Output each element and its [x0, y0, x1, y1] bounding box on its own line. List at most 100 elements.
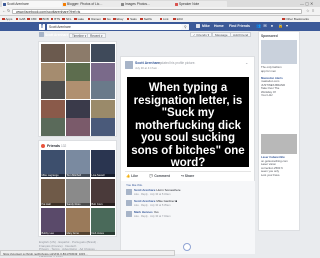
- bookmark-item[interactable]: Lake: [74, 17, 84, 21]
- chat-bubble-icon[interactable]: [183, 243, 191, 251]
- post-action-text: updated his profile picture.: [158, 61, 196, 65]
- window-controls-icon[interactable]: — ▢ ✕: [300, 1, 313, 6]
- photo-thumbnail[interactable]: [66, 81, 90, 100]
- photo-thumbnail[interactable]: [41, 81, 65, 100]
- recent-dropdown[interactable]: Recent ▾: [87, 33, 106, 38]
- bookmark-item[interactable]: Link: [159, 17, 169, 21]
- browser-tab-bar: Scott Arenhare Blogger: Photos of Lic… I…: [0, 0, 320, 7]
- photo-thumbnail[interactable]: [91, 62, 115, 81]
- left-column: Scott Arenhare Timeline ▾ Recent ▾ Frien…: [38, 31, 117, 258]
- photo-thumbnail[interactable]: [91, 118, 115, 137]
- bookmark-item[interactable]: Apps: [2, 17, 12, 21]
- refresh-icon[interactable]: ↻: [7, 9, 10, 13]
- star-icon[interactable]: ☆: [306, 9, 310, 13]
- messages-icon[interactable]: ✉: [263, 24, 267, 28]
- comment-meta[interactable]: Like · Reply · July 30 at 5:34am: [134, 193, 170, 196]
- bookmark-item[interactable]: BTN: [50, 17, 60, 21]
- facebook-header: f Scott Arenhare ⚲ Mike Home Find Friend…: [0, 22, 320, 31]
- share-button[interactable]: ↪ Share: [181, 174, 194, 178]
- comment-meta[interactable]: Like · Reply · July 30 at 7:04am: [134, 215, 170, 218]
- bookmark-item[interactable]: GAB: [15, 17, 25, 21]
- post-author-name[interactable]: Scott Arenhare: [135, 61, 160, 65]
- bookmark-item[interactable]: Ebay: [113, 17, 123, 21]
- comment-meta[interactable]: Like · Reply · July 30 at 5:35am: [134, 204, 170, 207]
- friend-tile[interactable]: Mary Anne: [66, 208, 90, 235]
- settings-caret-icon[interactable]: ▾: [285, 24, 289, 28]
- photo-thumbnail[interactable]: [41, 62, 65, 81]
- friend-name: Bob Coxx: [91, 203, 115, 206]
- search-button[interactable]: ⚲: [182, 23, 189, 30]
- bookmark-item[interactable]: CBF: [27, 17, 37, 21]
- nav-user-link[interactable]: Mike: [202, 24, 210, 29]
- bookmark-item[interactable]: Go: [103, 17, 111, 21]
- friend-tile[interactable]: Lisa Sewell: [91, 150, 115, 177]
- friend-tile[interactable]: Mike Lagrange: [41, 150, 65, 177]
- user-avatar[interactable]: [196, 24, 200, 28]
- bookmark-item[interactable]: EDU: [173, 17, 183, 21]
- friend-name: Mike Lagrange: [41, 174, 65, 177]
- photo-thumbnail[interactable]: [91, 44, 115, 62]
- post-image[interactable]: When typing a resignation letter, is "Su…: [127, 77, 249, 169]
- commenter-name[interactable]: Scott Arenhare: [134, 188, 155, 192]
- bookmark-item[interactable]: Saks: [126, 17, 137, 21]
- commenter-avatar[interactable]: [126, 200, 132, 206]
- post-author-avatar[interactable]: [125, 61, 133, 69]
- comment-button[interactable]: 💬 Comment: [149, 174, 170, 178]
- friend-requests-icon[interactable]: 👥: [256, 24, 261, 28]
- profile-thumb-avatar: [39, 32, 44, 37]
- bookmark-item[interactable]: NFL: [62, 17, 72, 21]
- ad-text-line[interactable]: app for men: [261, 69, 276, 73]
- ad-text-line[interactable]: Your Life!: [261, 93, 273, 97]
- friends-button[interactable]: ✓ Friends ▾: [190, 32, 213, 37]
- message-button[interactable]: Message: [212, 32, 231, 37]
- photo-thumbnail[interactable]: [66, 118, 90, 137]
- photo-thumbnail[interactable]: [66, 62, 90, 81]
- photo-thumbnail[interactable]: [66, 44, 90, 62]
- ad-image-1[interactable]: [261, 40, 297, 64]
- nav-find-friends-link[interactable]: Find Friends: [229, 24, 250, 29]
- url-input[interactable]: www.facebook.com/scottarenhare?fref=ts: [12, 8, 302, 14]
- bookmark-item[interactable]: Ramen: [87, 17, 101, 21]
- comment-text: Mike Gardner ■: [156, 199, 178, 203]
- likes-summary[interactable]: You like this.: [126, 183, 143, 187]
- menu-icon[interactable]: ≡: [312, 9, 314, 13]
- friend-tile[interactable]: Bobby Lee: [41, 208, 65, 235]
- commenter-avatar[interactable]: [126, 189, 132, 195]
- facebook-logo-icon[interactable]: f: [39, 23, 45, 30]
- bookmark-item[interactable]: Netflix: [140, 17, 152, 21]
- bookmark-favicon-icon: [50, 17, 54, 21]
- photo-thumbnail[interactable]: [41, 99, 65, 118]
- ad-text-line[interactable]: Lost your Favs.: [261, 173, 280, 177]
- commenter-avatar[interactable]: [126, 211, 132, 217]
- like-button[interactable]: 👍 Like: [126, 174, 138, 178]
- friend-tile[interactable]: Deb Jones: [91, 208, 115, 235]
- post-card: Scott Arenhare updated his profile pictu…: [120, 56, 255, 254]
- friend-name: Lisa Sewell: [91, 174, 115, 177]
- friend-name: Mary Anne: [66, 232, 90, 235]
- privacy-lock-icon[interactable]: 🔒: [278, 24, 283, 28]
- photo-thumbnail[interactable]: [91, 99, 115, 118]
- friend-tile[interactable]: Tom Mitchell: [66, 150, 90, 177]
- search-input[interactable]: Scott Arenhare: [47, 23, 182, 30]
- friend-tile[interactable]: Sandy Ross: [66, 179, 90, 206]
- commenter-name[interactable]: Scott Arenhare: [134, 199, 155, 203]
- photo-thumbnail[interactable]: [91, 81, 115, 100]
- commenter-name[interactable]: Mark Hennes: [134, 210, 153, 214]
- bookmark-item[interactable]: Other Bookmarks: [282, 17, 309, 21]
- photo-thumbnail[interactable]: [66, 99, 90, 118]
- friend-tile[interactable]: Bob Coxx: [91, 179, 115, 206]
- post-options-chevron-icon[interactable]: ⌄: [245, 60, 248, 65]
- notifications-icon[interactable]: ●: [270, 24, 274, 28]
- add-friend-button[interactable]: Add Friend: [230, 32, 252, 37]
- bookmark-item[interactable]: BOB: [39, 17, 49, 21]
- photo-thumbnail[interactable]: [41, 118, 65, 137]
- nav-home-link[interactable]: Home: [214, 24, 224, 29]
- friend-tile[interactable]: Pat Hall: [41, 179, 65, 206]
- profile-name-tab[interactable]: Scott Arenhare: [45, 33, 69, 37]
- friends-title[interactable]: Friends: [47, 144, 60, 148]
- image-favicon-icon: [121, 2, 124, 6]
- post-timestamp[interactable]: July 30 at 4:17am ·: [135, 66, 159, 70]
- photo-thumbnail[interactable]: [41, 44, 65, 62]
- back-arrow-icon[interactable]: ←: [2, 9, 6, 13]
- ad-image-2[interactable]: [261, 134, 297, 154]
